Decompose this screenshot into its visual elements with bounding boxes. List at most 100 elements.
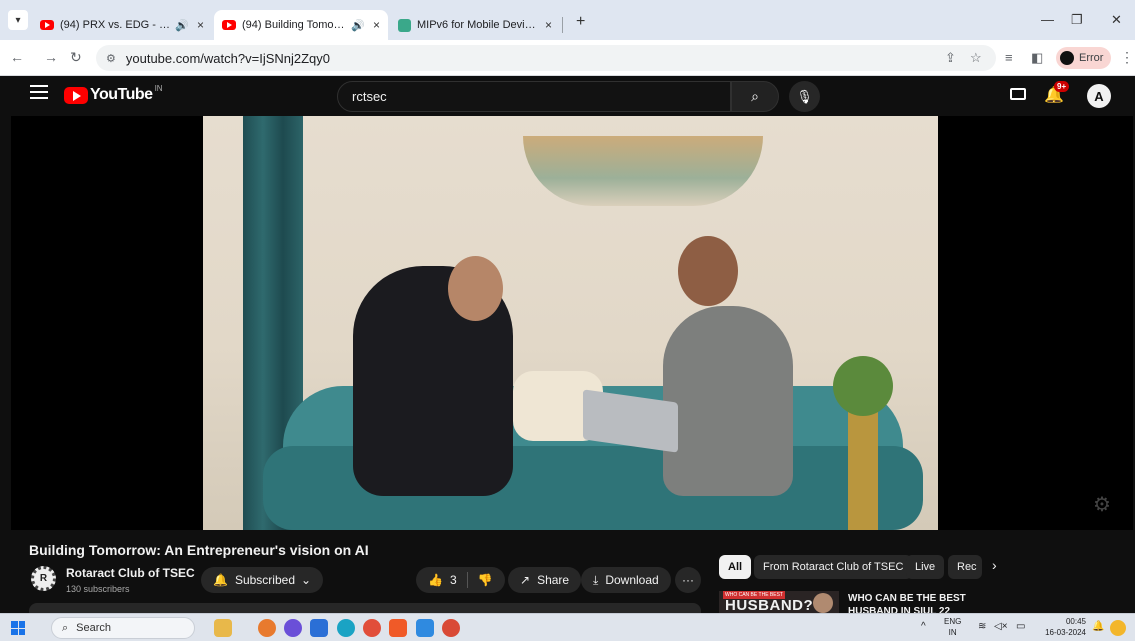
tray-chevron-up-icon[interactable]: ^ — [921, 621, 926, 632]
site-settings-icon[interactable]: ⚙ — [106, 52, 116, 65]
chip-recent[interactable]: Rec — [948, 555, 982, 579]
chrome-icon[interactable] — [363, 619, 381, 637]
scene-plant-stand — [848, 396, 878, 530]
download-label: Download — [605, 573, 659, 587]
restore-icon[interactable]: ❐ — [1071, 12, 1083, 28]
forward-arrow-icon[interactable]: → — [44, 49, 58, 65]
minimize-icon[interactable]: — — [1041, 12, 1054, 27]
doc-favicon-icon — [398, 18, 411, 32]
search-input[interactable]: rctsec — [337, 81, 731, 112]
speaker-icon[interactable]: 🔊 — [351, 19, 365, 32]
window-close-icon[interactable]: ✕ — [1111, 12, 1122, 28]
chrome-menu-icon[interactable]: ⋮ — [1120, 49, 1134, 66]
language-region: IN — [948, 628, 957, 637]
description-box[interactable] — [29, 603, 701, 613]
download-icon: ⤓ — [593, 572, 599, 587]
tab-building-tomorrow[interactable]: (94) Building Tomorrow: An 🔊 × — [214, 10, 388, 40]
tab-title: MIPv6 for Mobile Devices. — [417, 19, 537, 31]
brave-icon[interactable] — [389, 619, 407, 637]
tab-search-chevron-icon[interactable]: ▾ — [8, 10, 28, 30]
clock[interactable]: 00:45 16-03-2024 — [1038, 616, 1086, 638]
notifications-tray-icon[interactable]: 🔔 — [1092, 621, 1104, 632]
chat-icon[interactable] — [284, 619, 302, 637]
thumbs-up-icon[interactable]: 👍 — [428, 573, 443, 587]
youtube-header: YouTube IN rctsec ⌕ 🎙 🔔 9+ A — [0, 77, 1135, 115]
tab-close-icon[interactable]: × — [373, 18, 380, 32]
volume-muted-icon[interactable]: ◁× — [994, 621, 1008, 632]
chevron-right-icon[interactable]: › — [992, 557, 997, 573]
scene-wall-art — [523, 136, 763, 206]
share-arrow-icon: ↗ — [520, 573, 531, 587]
back-arrow-icon[interactable]: ← — [10, 49, 24, 65]
account-avatar[interactable]: A — [1087, 84, 1111, 108]
recommended-video-thumbnail[interactable]: WHO CAN BE THE BEST HUSBAND? — [719, 591, 839, 613]
wifi-icon[interactable]: ≋ — [978, 621, 986, 632]
chip-all[interactable]: All — [719, 555, 752, 579]
microphone-icon[interactable]: 🎙 — [789, 81, 820, 112]
tab-mipv6[interactable]: MIPv6 for Mobile Devices. × — [390, 10, 560, 40]
tab-prx-vs-edg[interactable]: (94) PRX vs. EDG - VALORAN 🔊 × — [32, 10, 212, 40]
screen: ▾ (94) PRX vs. EDG - VALORAN 🔊 × (94) Bu… — [0, 0, 1135, 641]
chevron-down-icon: ⌄ — [301, 573, 312, 587]
notification-app-icon[interactable] — [258, 619, 276, 637]
subscribed-button[interactable]: 🔔 Subscribed ⌄ — [201, 567, 324, 593]
windows-start-icon[interactable] — [11, 621, 25, 635]
recommended-video-title[interactable]: WHO CAN BE THE BEST HUSBAND IN SIUL 22 — [848, 592, 998, 613]
menu-hamburger-icon[interactable] — [30, 85, 48, 103]
like-divider — [466, 572, 468, 588]
monitor-app-icon[interactable] — [416, 619, 434, 637]
tab-close-icon[interactable]: × — [545, 18, 552, 32]
search-icon: ⌕ — [62, 621, 69, 634]
edge-icon[interactable] — [337, 619, 355, 637]
install-app-icon[interactable]: ⇪ — [945, 50, 956, 66]
chrome-dev-icon[interactable] — [442, 619, 460, 637]
share-label: Share — [537, 573, 570, 587]
scene-plant — [833, 356, 893, 416]
share-button[interactable]: ↗ Share — [508, 567, 582, 593]
new-tab-button[interactable]: + — [576, 13, 585, 31]
player-settings-icon[interactable]: ⚙ — [1093, 492, 1111, 517]
subscriber-count: 130 subscribers — [66, 584, 130, 594]
channel-avatar[interactable]: R — [31, 566, 56, 591]
youtube-logo[interactable]: YouTube IN — [64, 84, 163, 104]
thumbs-down-icon[interactable]: 👎 — [478, 573, 493, 587]
battery-icon[interactable]: ▭ — [1016, 621, 1025, 632]
scene-person-left-head — [448, 256, 503, 321]
search-icon[interactable]: ⌕ — [731, 81, 779, 112]
input-language[interactable]: ENG IN — [944, 616, 961, 638]
youtube-favicon-icon — [222, 20, 236, 30]
windows-taskbar: ⌕ Search ^ ENG IN ≋ ◁× ▭ 00:45 16-03-202… — [0, 613, 1135, 641]
thumbnail-text: HUSBAND? — [725, 597, 814, 613]
video-title: Building Tomorrow: An Entrepreneur's vis… — [29, 542, 369, 558]
reading-list-icon[interactable]: ≡ — [1005, 50, 1013, 65]
channel-name[interactable]: Rotaract Club of TSEC — [66, 566, 195, 580]
bookmark-star-icon[interactable]: ☆ — [970, 50, 982, 66]
reload-icon[interactable]: ↻ — [70, 49, 82, 66]
chip-live[interactable]: Live — [906, 555, 945, 579]
url-text[interactable]: youtube.com/watch?v=IjSNnj2Zqy0 — [126, 51, 330, 66]
copilot-icon[interactable] — [1110, 620, 1126, 636]
tab-title: (94) Building Tomorrow: An — [242, 19, 347, 31]
more-actions-button[interactable]: ··· — [675, 567, 701, 593]
profile-button[interactable]: Error — [1056, 47, 1112, 69]
speaker-icon[interactable]: 🔊 — [175, 19, 189, 32]
like-count[interactable]: 3 — [450, 573, 457, 587]
video-player[interactable]: ⚙ — [11, 116, 1133, 530]
video-frame[interactable] — [203, 116, 938, 530]
side-panel-icon[interactable]: ◧ — [1031, 50, 1043, 66]
taskbar-search[interactable]: ⌕ Search — [51, 617, 195, 639]
chip-from-channel[interactable]: From Rotaract Club of TSEC — [754, 555, 913, 579]
tab-title: (94) PRX vs. EDG - VALORAN — [60, 19, 171, 31]
address-bar[interactable]: ⚙ youtube.com/watch?v=IjSNnj2Zqy0 — [96, 45, 996, 71]
taskbar-search-label: Search — [76, 622, 112, 634]
widgets-icon[interactable] — [214, 619, 232, 637]
youtube-favicon-icon — [40, 20, 54, 30]
thumbnail-face — [813, 593, 833, 613]
create-video-icon[interactable] — [1010, 88, 1026, 100]
word-icon[interactable] — [310, 619, 328, 637]
download-button[interactable]: ⤓ Download — [581, 567, 671, 593]
scene-person-right — [663, 306, 793, 496]
like-dislike-group: 👍 3 👎 — [416, 567, 505, 593]
region-code: IN — [154, 84, 163, 93]
tab-close-icon[interactable]: × — [197, 18, 204, 32]
